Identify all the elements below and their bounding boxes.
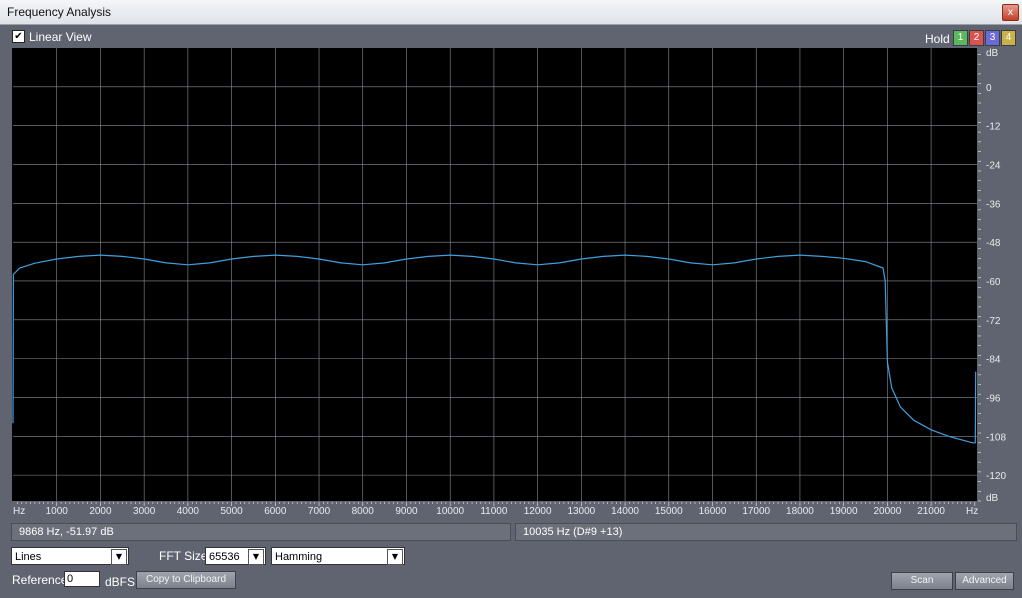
hold-3-button[interactable]: 3: [985, 30, 1000, 46]
y-tick-label: -120: [986, 471, 1006, 482]
x-tick-label: 2000: [89, 506, 112, 517]
y-tick-label: 0: [986, 83, 992, 94]
x-tick-label: 11000: [480, 506, 508, 517]
chevron-down-icon: ▼: [248, 549, 264, 565]
y-tick-label: -60: [986, 277, 1001, 288]
display-mode-value: Lines: [15, 551, 42, 563]
y-tick-label: -12: [986, 122, 1001, 133]
y-tick-label: -24: [986, 160, 1001, 171]
x-tick-label: 9000: [395, 506, 418, 517]
linear-view-checkbox[interactable]: ✔: [12, 30, 25, 43]
y-unit-label-top: dB: [986, 48, 999, 59]
hold-1-button[interactable]: 1: [953, 30, 968, 46]
x-tick-label: 19000: [830, 506, 858, 517]
fft-size-label: FFT Size: [159, 549, 208, 563]
x-tick-label: 17000: [742, 506, 770, 517]
copy-to-clipboard-button[interactable]: Copy to Clipboard: [136, 571, 236, 589]
chevron-down-icon: ▼: [111, 549, 127, 565]
y-tick-label: -96: [986, 393, 1001, 404]
spectrum-plot[interactable]: 1000 2000 3000 4000 5000 6000 7000 8000 9000 1000…: [11, 47, 1011, 517]
x-unit-label-right: Hz: [966, 506, 978, 517]
x-tick-label: 15000: [655, 506, 683, 517]
close-icon: x: [1007, 7, 1014, 18]
x-tick-label: 10000: [436, 506, 464, 517]
window-title: Frequency Analysis: [7, 5, 112, 19]
chevron-down-icon: ▼: [387, 549, 403, 565]
reference-input[interactable]: [64, 571, 100, 587]
y-tick-label: -72: [986, 316, 1001, 327]
x-tick-label: 3000: [133, 506, 156, 517]
fft-size-select[interactable]: 65536 ▼: [205, 547, 266, 565]
x-tick-label: 13000: [567, 506, 595, 517]
display-mode-select[interactable]: Lines ▼: [11, 547, 129, 565]
fft-size-value: 65536: [209, 551, 240, 563]
scan-button[interactable]: Scan: [891, 572, 953, 590]
hold-label: Hold: [925, 32, 950, 46]
x-tick-label: 20000: [873, 506, 901, 517]
title-bar[interactable]: Frequency Analysis x: [0, 0, 1022, 25]
y-tick-label: -48: [986, 238, 1001, 249]
x-tick-label: 8000: [352, 506, 375, 517]
y-tick-label: -108: [986, 432, 1006, 443]
spectrum-chart[interactable]: 1000 2000 3000 4000 5000 6000 7000 8000 9000 1000…: [11, 47, 1011, 517]
window-function-select[interactable]: Hamming ▼: [271, 547, 405, 565]
x-tick-label: 7000: [308, 506, 331, 517]
x-tick-label: 6000: [264, 506, 287, 517]
x-tick-label: 4000: [177, 506, 200, 517]
plot-area[interactable]: [12, 48, 977, 501]
window-function-value: Hamming: [275, 551, 323, 563]
advanced-button[interactable]: Advanced: [955, 572, 1014, 590]
x-tick-label: 14000: [611, 506, 639, 517]
x-unit-label-left: Hz: [13, 506, 25, 517]
x-tick-label: 1000: [46, 506, 69, 517]
x-tick-label: 5000: [220, 506, 243, 517]
hold-4-button[interactable]: 4: [1001, 30, 1016, 46]
x-tick-label: 18000: [786, 506, 814, 517]
x-tick-label: 16000: [699, 506, 727, 517]
x-tick-label: 21000: [917, 506, 945, 517]
close-button[interactable]: x: [1002, 4, 1019, 21]
linear-view-label[interactable]: Linear View: [29, 30, 91, 44]
checkmark-icon: ✔: [14, 31, 23, 42]
x-tick-label: 12000: [524, 506, 552, 517]
y-tick-label: -36: [986, 199, 1001, 210]
hold-2-button[interactable]: 2: [969, 30, 984, 46]
top-toolbar: ✔ Linear View Hold 1 2 3 4: [0, 25, 1022, 47]
reference-unit: dBFS: [105, 575, 136, 589]
reference-label: Reference: [12, 573, 68, 587]
peak-readout: 10035 Hz (D#9 +13): [515, 523, 1017, 541]
y-unit-label-bottom: dB: [986, 493, 999, 504]
frequency-analysis-window: Frequency Analysis x ✔ Linear View Hold …: [0, 0, 1022, 598]
y-tick-label: -84: [986, 355, 1001, 366]
cursor-readout: 9868 Hz, -51.97 dB: [11, 523, 511, 541]
